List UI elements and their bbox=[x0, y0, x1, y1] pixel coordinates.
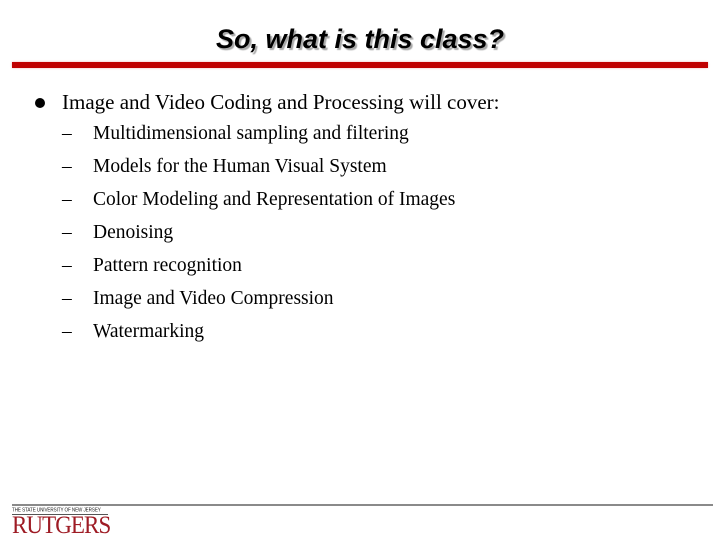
main-bullet-item: Image and Video Coding and Processing wi… bbox=[0, 88, 720, 118]
sub-bullet-list: – Multidimensional sampling and filterin… bbox=[0, 121, 720, 352]
main-bullet-text: Image and Video Coding and Processing wi… bbox=[62, 90, 500, 114]
sub-bullet-text: Watermarking bbox=[93, 321, 205, 342]
dash-icon: – bbox=[62, 321, 72, 342]
sub-bullet-item: – Image and Video Compression bbox=[0, 286, 720, 319]
logo-wordmark: RUTGERS bbox=[12, 512, 111, 539]
sub-bullet-item: – Denoising bbox=[0, 220, 720, 253]
footer-rule bbox=[12, 504, 713, 506]
sub-bullet-item: – Multidimensional sampling and filterin… bbox=[0, 121, 720, 154]
dash-icon: – bbox=[62, 123, 72, 144]
sub-bullet-item: – Watermarking bbox=[0, 319, 720, 352]
bullet-icon bbox=[35, 98, 45, 108]
dash-icon: – bbox=[62, 255, 72, 276]
title-underline-rule bbox=[12, 62, 708, 68]
sub-bullet-text: Color Modeling and Representation of Ima… bbox=[93, 189, 456, 210]
dash-icon: – bbox=[62, 288, 72, 309]
sub-bullet-text: Models for the Human Visual System bbox=[93, 156, 387, 177]
dash-icon: – bbox=[62, 156, 72, 177]
slide: So, what is this class? Image and Video … bbox=[0, 0, 720, 540]
sub-bullet-text: Multidimensional sampling and filtering bbox=[93, 123, 409, 144]
sub-bullet-text: Denoising bbox=[93, 222, 174, 243]
dash-icon: – bbox=[62, 222, 72, 243]
sub-bullet-item: – Color Modeling and Representation of I… bbox=[0, 187, 720, 220]
dash-icon: – bbox=[62, 189, 72, 210]
sub-bullet-item: – Pattern recognition bbox=[0, 253, 720, 286]
sub-bullet-text: Image and Video Compression bbox=[93, 288, 334, 309]
sub-bullet-item: – Models for the Human Visual System bbox=[0, 154, 720, 187]
rutgers-logo: THE STATE UNIVERSITY OF NEW JERSEY RUTGE… bbox=[12, 507, 111, 539]
slide-title: So, what is this class? bbox=[215, 24, 505, 54]
sub-bullet-text: Pattern recognition bbox=[93, 255, 242, 276]
